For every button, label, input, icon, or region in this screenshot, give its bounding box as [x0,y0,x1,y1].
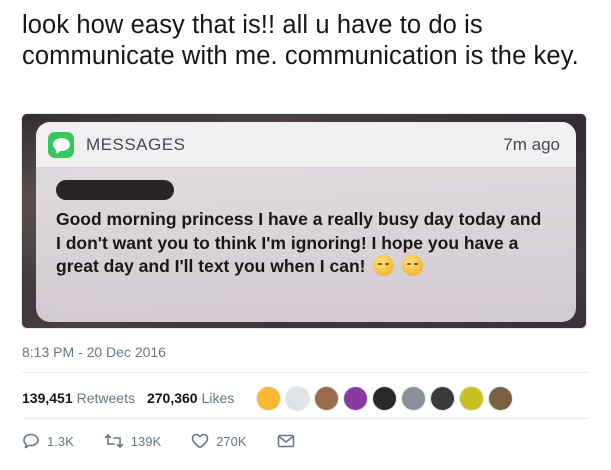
divider [22,418,589,419]
message-notification: MESSAGES 7m ago Good morning princess I … [36,122,576,322]
tweet-image[interactable]: MESSAGES 7m ago Good morning princess I … [21,113,587,329]
heart-icon [191,433,209,449]
retweets-count[interactable]: 139,451 [22,390,73,406]
divider [22,372,589,373]
retweet-count: 139K [130,433,162,449]
avatar[interactable] [343,385,369,411]
envelope-icon [277,434,294,448]
messages-app-icon [48,131,74,158]
avatar[interactable] [430,385,456,411]
kissing-face-icon [373,255,395,276]
avatar[interactable] [314,385,340,411]
like-button[interactable]: 270K [191,433,247,449]
avatar[interactable] [401,385,427,411]
retweet-button[interactable]: 139K [104,433,161,449]
tweet-timestamp[interactable]: 8:13 PM - 20 Dec 2016 [22,344,166,360]
reply-button[interactable]: 1.3K [22,433,74,449]
avatar[interactable] [285,385,311,411]
notification-message-text: Good morning princess I have a really bu… [56,209,542,276]
notification-body: Good morning princess I have a really bu… [36,168,576,279]
tweet-actions: 1.3K 139K 270K [22,430,332,452]
liker-avatars [256,385,517,411]
notification-header: MESSAGES 7m ago [36,122,576,168]
likes-label[interactable]: Likes [202,390,235,406]
reply-icon [23,433,39,449]
notification-app-name: MESSAGES [86,134,186,154]
like-count: 270K [216,433,247,449]
avatar[interactable] [459,385,485,411]
notification-time: 7m ago [503,134,560,154]
avatar[interactable] [256,385,282,411]
direct-message-button[interactable] [277,433,302,449]
avatar[interactable] [488,385,514,411]
smiling-face-icon [402,255,424,276]
tweet-stats: 139,451 Retweets 270,360 Likes [22,385,517,411]
reply-count: 1.3K [47,433,74,449]
avatar[interactable] [372,385,398,411]
redacted-sender-name [56,180,174,200]
likes-count[interactable]: 270,360 [147,390,198,406]
retweets-label[interactable]: Retweets [77,390,135,406]
notification-message: Good morning princess I have a really bu… [56,208,546,279]
tweet-text: look how easy that is!! all u have to do… [22,11,579,70]
retweet-icon [104,434,124,448]
